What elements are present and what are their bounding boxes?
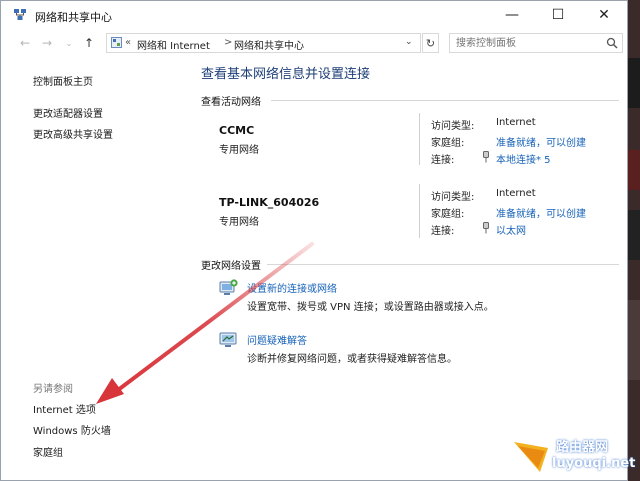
adapter-icon: [483, 222, 489, 234]
minimize-icon: —: [505, 7, 519, 23]
troubleshoot-link[interactable]: 问题疑难解答: [247, 332, 307, 347]
see-also-windows-firewall[interactable]: Windows 防火墙: [33, 422, 111, 437]
refresh-button[interactable]: ↻: [422, 33, 439, 53]
recent-locations-button[interactable]: ⌄: [61, 35, 77, 51]
chevron-down-icon[interactable]: ⌄: [405, 37, 413, 47]
homegroup-label: 家庭组:: [431, 138, 465, 149]
change-settings-heading: 更改网络设置: [201, 261, 261, 272]
search-input[interactable]: [456, 36, 596, 50]
section-divider: [267, 264, 619, 265]
breadcrumb-separator: >: [224, 37, 233, 48]
arrow-up-icon: ↑: [83, 36, 95, 50]
maximize-button[interactable]: ☐: [535, 1, 581, 29]
search-box[interactable]: [449, 33, 623, 53]
setup-new-connection-desc: 设置宽带、拨号或 VPN 连接；或设置路由器或接入点。: [247, 302, 494, 313]
network-center-icon: [14, 9, 26, 20]
arrow-right-icon: →: [41, 36, 53, 50]
sidebar-item-change-adapter-settings[interactable]: 更改适配器设置: [33, 105, 103, 120]
address-bar[interactable]: « 网络和 Internet > 网络和共享中心 ⌄: [106, 33, 421, 53]
section-divider: [271, 100, 619, 101]
setup-new-connection-link[interactable]: 设置新的连接或网络: [247, 280, 337, 295]
network-name: CCMC: [219, 124, 255, 137]
divider: [419, 184, 420, 238]
homegroup-link[interactable]: 准备就绪，可以创建: [496, 134, 586, 149]
up-button[interactable]: ↑: [81, 35, 97, 51]
access-type-label: 访问类型:: [431, 121, 475, 132]
title-bar: 网络和共享中心 — ☐ ✕: [1, 1, 627, 29]
connection-link[interactable]: 以太网: [496, 222, 526, 237]
window-title: 网络和共享中心: [35, 11, 112, 24]
address-row: ← → ⌄ ↑ « 网络和 Internet > 网络和共享中心 ⌄ ↻: [1, 29, 627, 57]
see-also-homegroup[interactable]: 家庭组: [33, 444, 63, 459]
new-connection-icon: [219, 279, 238, 295]
watermark: 路由器网 luyouqi.net: [512, 436, 638, 478]
forward-button[interactable]: →: [39, 35, 55, 51]
watermark-logo-icon: [514, 442, 548, 472]
access-type-label: 访问类型:: [431, 192, 475, 203]
desktop-background: [626, 0, 640, 481]
watermark-url: luyouqi.net: [552, 456, 636, 471]
connection-label: 连接:: [431, 226, 455, 237]
watermark-title: 路由器网: [556, 440, 609, 455]
see-also-internet-options[interactable]: Internet 选项: [33, 401, 96, 416]
breadcrumb-network-sharing-center[interactable]: 网络和共享中心: [234, 37, 304, 52]
divider: [419, 113, 420, 165]
network-type[interactable]: 专用网络: [219, 213, 259, 228]
page-title: 查看基本网络信息并设置连接: [201, 67, 371, 82]
connection-label: 连接:: [431, 155, 455, 166]
network-name: TP-LINK_604026: [219, 196, 320, 209]
sidebar-item-change-advanced-sharing[interactable]: 更改高级共享设置: [33, 126, 113, 141]
arrow-left-icon: ←: [19, 36, 31, 50]
active-networks-heading: 查看活动网络: [201, 97, 261, 108]
troubleshoot-icon: [219, 332, 237, 347]
network-sharing-window: 网络和共享中心 — ☐ ✕ ← → ⌄ ↑ « 网络和 Internet > 网…: [0, 0, 628, 481]
homegroup-link[interactable]: 准备就绪，可以创建: [496, 205, 586, 220]
access-type-value: Internet: [496, 188, 536, 199]
search-icon[interactable]: [606, 37, 618, 49]
connection-link[interactable]: 本地连接* 5: [496, 151, 551, 166]
back-button[interactable]: ←: [17, 35, 33, 51]
minimize-button[interactable]: —: [489, 1, 535, 29]
access-type-value: Internet: [496, 117, 536, 128]
troubleshoot-desc: 诊断并修复网络问题，或者获得疑难解答信息。: [247, 354, 457, 365]
sidebar-item-control-panel-home[interactable]: 控制面板主页: [33, 73, 93, 88]
adapter-icon: [483, 151, 489, 163]
close-button[interactable]: ✕: [581, 1, 627, 29]
see-also-heading: 另请参阅: [33, 384, 73, 395]
breadcrumb-network-internet[interactable]: 网络和 Internet: [137, 37, 210, 52]
homegroup-label: 家庭组:: [431, 209, 465, 220]
chevron-down-icon: ⌄: [65, 38, 73, 48]
breadcrumb-overflow[interactable]: «: [125, 37, 131, 48]
refresh-icon: ↻: [425, 36, 436, 50]
network-type[interactable]: 专用网络: [219, 141, 259, 156]
close-icon: ✕: [598, 7, 610, 23]
maximize-icon: ☐: [551, 7, 565, 23]
control-panel-icon: [111, 37, 122, 48]
